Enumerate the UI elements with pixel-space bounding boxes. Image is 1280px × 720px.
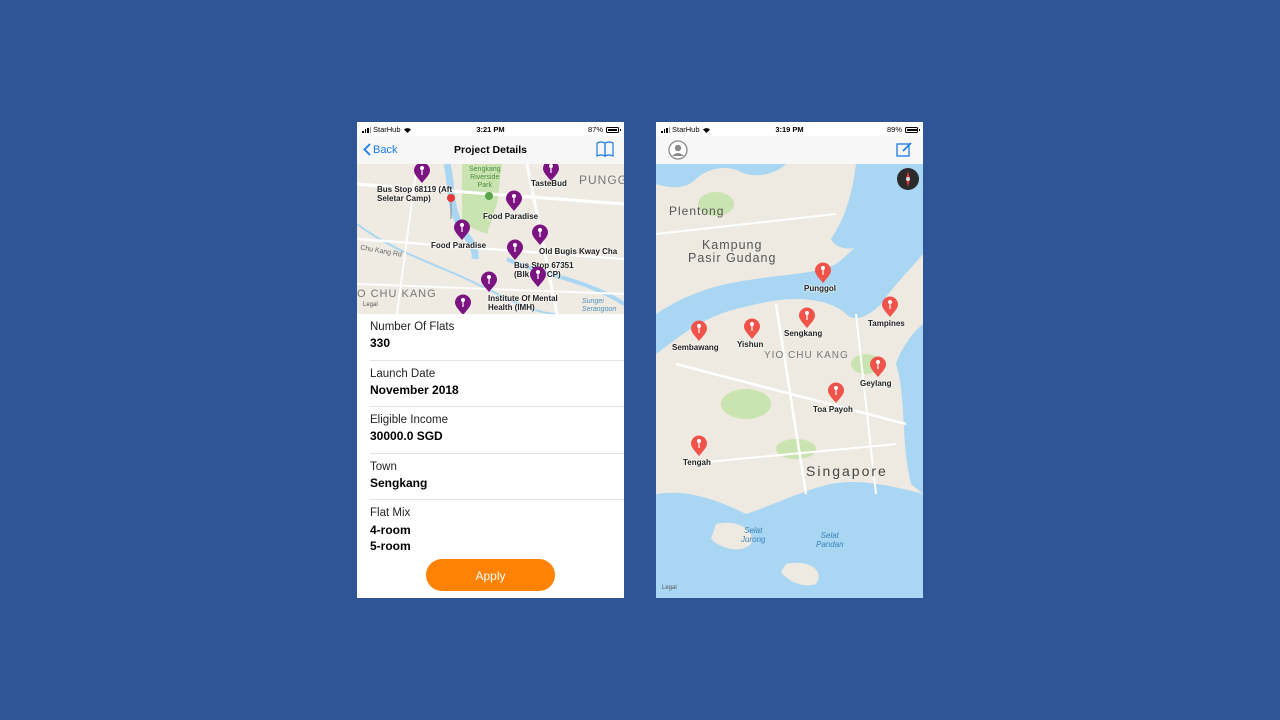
battery-percent: 89% <box>886 125 902 134</box>
detail-label: Launch Date <box>370 367 436 380</box>
town-pin-icon[interactable] <box>743 318 761 340</box>
kampung-label: Kampung Pasir Gudang <box>688 238 777 265</box>
selat-pandan-label: Selat Pandan <box>816 531 844 549</box>
map-pin-label: Food Paradise <box>483 212 539 221</box>
detail-row-town: Town Sengkang <box>370 454 624 500</box>
project-details-screen: StarHub 3:21 PM 87% Back Project Details <box>357 122 624 598</box>
town-pin-label: Sengkang <box>784 329 823 338</box>
singapore-map[interactable]: Plentong Kampung Pasir Gudang YIO CHU KA… <box>656 164 923 598</box>
town-pin-icon[interactable] <box>881 296 899 318</box>
book-icon[interactable] <box>596 141 614 157</box>
page-title: Project Details <box>454 144 527 156</box>
town-pin-label: Tengah <box>683 458 711 467</box>
map-pin-icon[interactable] <box>529 266 547 288</box>
yio-chu-kang-label: YIO CHU KANG <box>764 350 849 361</box>
detail-label: Flat Mix <box>370 507 411 519</box>
punggol-label: PUNGG <box>579 173 624 187</box>
park-label: Sengkang Riverside Park <box>469 166 501 189</box>
project-map[interactable]: Sengkang Riverside Park PUNGG Chu Kang R… <box>357 164 624 314</box>
town-pin-label: Geylang <box>860 379 892 388</box>
plentong-label: Plentong <box>669 204 725 218</box>
map-pin-label: Bus Stop 68119 (Aft Seletar Camp) <box>377 185 453 203</box>
map-pin-icon[interactable] <box>531 224 549 246</box>
battery-info: 87% <box>587 125 621 134</box>
detail-value: 330 <box>370 336 391 350</box>
battery-icon <box>905 126 920 133</box>
singapore-label: Singapore <box>806 463 888 479</box>
town-pin-label: Sembawang <box>672 343 719 352</box>
town-pin-label: Punggol <box>804 284 836 293</box>
town-pin-icon[interactable] <box>827 382 845 404</box>
navigation-bar: Back Project Details <box>357 136 624 165</box>
detail-row-eligible-income: Eligible Income 30000.0 SGD <box>370 407 624 454</box>
map-pin-icon[interactable] <box>480 271 498 293</box>
battery-info: 89% <box>886 125 920 134</box>
detail-value: November 2018 <box>370 382 459 397</box>
apply-button[interactable]: Apply <box>426 559 555 591</box>
detail-row-flat-mix: Flat Mix 4-room 5-room <box>370 500 624 553</box>
battery-percent: 87% <box>587 125 603 134</box>
sungei-label: Sungei Serangoon <box>582 298 617 313</box>
map-pin-icon[interactable] <box>453 219 471 241</box>
legal-link[interactable]: Legal <box>363 302 378 308</box>
map-pin-label: Institute Of Mental Health (IMH) <box>488 294 558 312</box>
town-map-screen: StarHub 3:19 PM 89% Plentong Kampung Pas… <box>656 122 923 598</box>
town-pin-label: Toa Payoh <box>813 405 853 414</box>
town-pin-icon[interactable] <box>690 435 708 457</box>
status-bar: StarHub 3:21 PM 87% <box>357 122 624 136</box>
chu-kang-label: O CHU KANG <box>357 288 437 300</box>
compose-icon[interactable] <box>896 141 913 158</box>
town-pin-label: Tampines <box>868 319 905 328</box>
battery-icon <box>606 126 621 133</box>
compass-icon[interactable] <box>896 167 920 191</box>
navigation-bar <box>656 136 923 165</box>
map-pin-icon[interactable] <box>413 164 431 184</box>
town-pin-icon[interactable] <box>869 356 887 378</box>
detail-value: 4-room 5-room <box>370 523 411 553</box>
town-pin-icon[interactable] <box>690 320 708 342</box>
detail-row-number-of-flats: Number Of Flats 330 <box>370 314 624 361</box>
town-pin-label: Yishun <box>737 340 764 349</box>
map-pin-label: Old Bugis Kway Cha <box>539 247 618 256</box>
status-bar: StarHub 3:19 PM 89% <box>656 122 923 136</box>
map-pin-icon[interactable] <box>506 239 524 261</box>
profile-icon[interactable] <box>668 140 688 160</box>
detail-value: 30000.0 SGD <box>370 429 443 443</box>
selat-jurong-label: Selat Jurong <box>741 526 766 544</box>
status-time: 3:21 PM <box>476 125 505 134</box>
detail-label: Number Of Flats <box>370 321 455 333</box>
map-pin-icon[interactable] <box>505 190 523 212</box>
status-time: 3:19 PM <box>775 125 804 134</box>
legal-link[interactable]: Legal <box>662 585 677 591</box>
detail-value: Sengkang <box>370 475 428 490</box>
detail-row-launch-date: Launch Date November 2018 <box>370 361 624 407</box>
detail-label: Eligible Income <box>370 414 448 426</box>
town-pin-icon[interactable] <box>814 262 832 284</box>
town-pin-icon[interactable] <box>798 307 816 329</box>
map-pin-label: TasteBud <box>531 179 567 188</box>
project-details-list: Number Of Flats 330 Launch Date November… <box>357 314 624 553</box>
map-pin-icon[interactable] <box>454 294 472 314</box>
detail-label: Town <box>370 460 397 473</box>
map-pin-label: Food Paradise <box>431 241 487 250</box>
